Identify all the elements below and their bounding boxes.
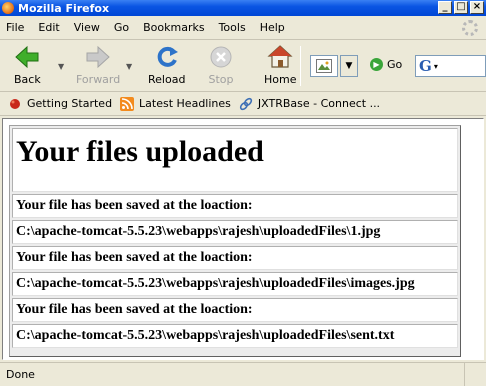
- forward-dropdown-icon[interactable]: ▼: [126, 62, 132, 71]
- back-button[interactable]: Back: [14, 44, 41, 86]
- bookmarks-toolbar: Getting Started Latest Headlines JXTRBas…: [0, 92, 486, 116]
- page-favicon-icon: [316, 59, 332, 73]
- reload-button[interactable]: Reload: [148, 44, 185, 86]
- home-button[interactable]: Home: [264, 44, 296, 86]
- saved-message: Your file has been saved at the loaction…: [12, 298, 458, 322]
- link-icon: [239, 97, 253, 110]
- title-bar: Mozilla Firefox _ □ ×: [0, 0, 486, 16]
- saved-message: Your file has been saved at the loaction…: [12, 194, 458, 218]
- saved-message: Your file has been saved at the loaction…: [12, 246, 458, 270]
- home-label: Home: [264, 73, 297, 86]
- back-dropdown-icon[interactable]: ▼: [58, 62, 64, 71]
- maximize-button[interactable]: □: [454, 1, 468, 14]
- toolbar-divider: [300, 46, 301, 86]
- bookmark-latest-headlines[interactable]: Latest Headlines: [120, 96, 231, 111]
- url-bar[interactable]: [310, 55, 338, 77]
- menu-go[interactable]: Go: [114, 21, 129, 34]
- menu-tools[interactable]: Tools: [219, 21, 246, 34]
- menu-view[interactable]: View: [74, 21, 100, 34]
- back-arrow-icon: [15, 45, 39, 69]
- stop-label: Stop: [208, 73, 234, 86]
- close-button[interactable]: ×: [470, 1, 484, 14]
- menu-bar: File Edit View Go Bookmarks Tools Help: [0, 16, 486, 40]
- upload-results-table: Your files uploaded Your file has been s…: [9, 125, 461, 357]
- window-title: Mozilla Firefox: [18, 1, 110, 15]
- bookmark-label: JXTRBase - Connect ...: [257, 97, 381, 110]
- saved-path: C:\apache-tomcat-5.5.23\webapps\rajesh\u…: [12, 272, 458, 296]
- forward-label: Forward: [76, 73, 121, 86]
- search-engine-icon: G: [419, 57, 432, 75]
- status-bar: Done: [0, 362, 486, 386]
- bookmark-getting-started[interactable]: Getting Started: [8, 97, 112, 111]
- back-label: Back: [14, 73, 41, 86]
- bookmark-icon: [10, 98, 20, 109]
- bookmark-label: Getting Started: [27, 97, 113, 110]
- forward-button[interactable]: Forward: [76, 44, 120, 86]
- home-icon: [267, 45, 293, 68]
- bookmark-jxtrbase[interactable]: JXTRBase - Connect ...: [239, 97, 380, 111]
- page-heading: Your files uploaded: [12, 128, 458, 192]
- bookmark-label: Latest Headlines: [139, 97, 231, 110]
- menu-file[interactable]: File: [6, 21, 24, 34]
- go-arrow-icon: ▶: [370, 58, 383, 71]
- stop-icon: [210, 46, 232, 68]
- reload-label: Reload: [148, 73, 186, 86]
- url-dropdown-button[interactable]: ▼: [340, 55, 358, 77]
- menu-bookmarks[interactable]: Bookmarks: [143, 21, 204, 34]
- status-text: Done: [6, 368, 35, 381]
- stop-button[interactable]: Stop: [208, 44, 234, 86]
- saved-path: C:\apache-tomcat-5.5.23\webapps\rajesh\u…: [12, 324, 458, 348]
- throbber-icon: [462, 20, 478, 36]
- menu-edit[interactable]: Edit: [38, 21, 59, 34]
- search-input[interactable]: G ▾: [415, 55, 486, 77]
- minimize-button[interactable]: _: [438, 1, 452, 14]
- forward-arrow-icon: [86, 45, 110, 69]
- saved-path: C:\apache-tomcat-5.5.23\webapps\rajesh\u…: [12, 220, 458, 244]
- page-viewport: Your files uploaded Your file has been s…: [2, 118, 484, 360]
- search-engine-dropdown-icon[interactable]: ▾: [434, 62, 438, 71]
- resize-grip[interactable]: [464, 363, 486, 386]
- reload-icon: [157, 46, 178, 67]
- navigation-toolbar: Back ▼ Forward ▼ Reload Stop Home: [0, 40, 486, 92]
- go-button[interactable]: ▶ Go: [370, 58, 402, 71]
- rss-icon: [120, 96, 135, 111]
- firefox-logo-icon: [2, 2, 14, 14]
- menu-help[interactable]: Help: [260, 21, 285, 34]
- go-label: Go: [387, 58, 403, 71]
